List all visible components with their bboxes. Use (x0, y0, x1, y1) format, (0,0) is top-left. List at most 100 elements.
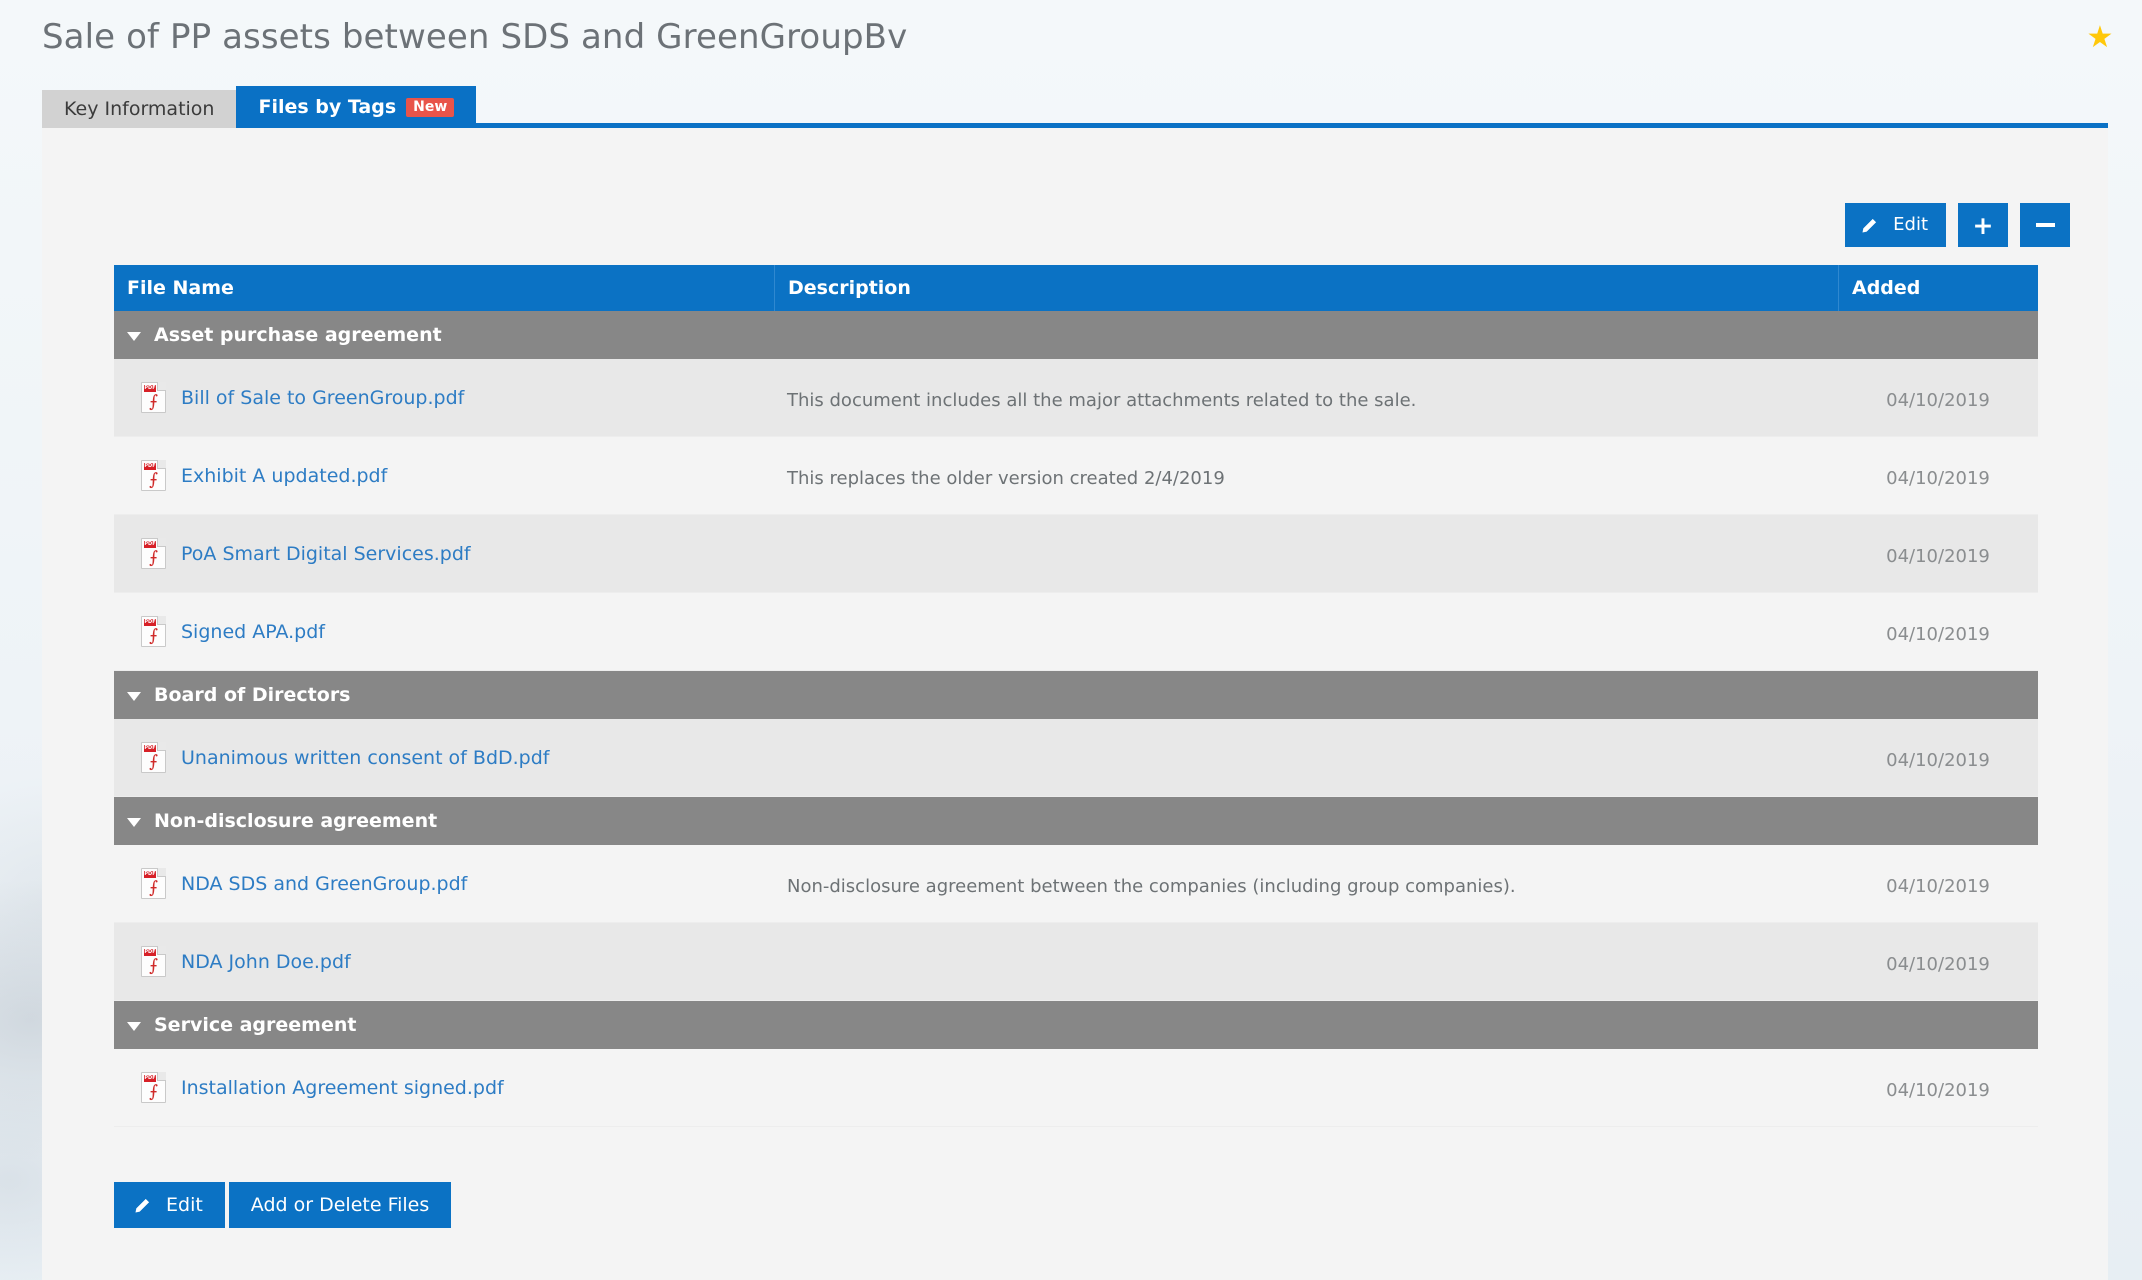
pdf-a-glyph: ⨍ (142, 472, 165, 489)
tab-label: Key Information (64, 98, 214, 120)
collapse-triangle-icon[interactable] (127, 1022, 141, 1031)
add-row-button[interactable]: + (1958, 203, 2008, 247)
table-row[interactable]: PDF ⨍ Signed APA.pdf 04/10/2019 (114, 593, 2038, 671)
pdf-file-icon: PDF ⨍ (141, 538, 166, 569)
tab-new-badge: New (406, 98, 454, 117)
cell-description: This document includes all the major att… (774, 359, 1838, 436)
top-toolbar: Edit + (1845, 203, 2070, 247)
pdf-a-glyph: ⨍ (142, 1084, 165, 1101)
pdf-tag-label: PDF (144, 745, 156, 752)
bottom-toolbar: Edit Add or Delete Files (114, 1182, 451, 1228)
cell-added-date: 04/10/2019 (1838, 437, 2038, 514)
pdf-file-icon: PDF ⨍ (141, 1072, 166, 1103)
pdf-a-glyph: ⨍ (142, 754, 165, 771)
pdf-file-icon: PDF ⨍ (141, 460, 166, 491)
pdf-file-icon: PDF ⨍ (141, 946, 166, 977)
edit-button-bottom[interactable]: Edit (114, 1182, 225, 1228)
file-name-link[interactable]: Bill of Sale to GreenGroup.pdf (181, 387, 464, 409)
collapse-triangle-icon[interactable] (127, 692, 141, 701)
pdf-a-glyph: ⨍ (142, 628, 165, 645)
table-body: Asset purchase agreement PDF ⨍ Bill of Sale… (114, 311, 2038, 1127)
group-header-label: Service agreement (154, 1014, 356, 1036)
column-header-added[interactable]: Added (1838, 265, 2038, 311)
group-header[interactable]: Board of Directors (114, 671, 2038, 719)
table-row[interactable]: PDF ⨍ NDA SDS and GreenGroup.pdf Non-disclo… (114, 845, 2038, 923)
plus-icon: + (1973, 213, 1994, 238)
tab-key-information[interactable]: Key Information (42, 90, 236, 128)
collapse-triangle-icon[interactable] (127, 332, 141, 341)
pdf-a-glyph: ⨍ (142, 958, 165, 975)
remove-row-button[interactable] (2020, 203, 2070, 247)
pdf-file-icon: PDF ⨍ (141, 382, 166, 413)
edit-button-label: Edit (166, 1196, 203, 1215)
cell-file-name: PDF ⨍ PoA Smart Digital Services.pdf (114, 515, 774, 592)
cell-file-name: PDF ⨍ Signed APA.pdf (114, 593, 774, 670)
cell-description (774, 593, 1838, 670)
pencil-icon (1863, 216, 1882, 235)
app-root: Sale of PP assets between SDS and GreenG… (0, 0, 2142, 1280)
files-table: File Name Description Added Asset purcha… (114, 265, 2038, 1127)
pdf-tag-label: PDF (144, 871, 156, 878)
cell-added-date: 04/10/2019 (1838, 359, 2038, 436)
table-row[interactable]: PDF ⨍ Unanimous written consent of BdD.pdf… (114, 719, 2038, 797)
file-name-link[interactable]: Installation Agreement signed.pdf (181, 1077, 504, 1099)
cell-description (774, 923, 1838, 1000)
pdf-file-icon: PDF ⨍ (141, 868, 166, 899)
column-header-description[interactable]: Description (774, 265, 1838, 311)
cell-file-name: PDF ⨍ Exhibit A updated.pdf (114, 437, 774, 514)
pdf-tag-label: PDF (144, 619, 156, 626)
pdf-a-glyph: ⨍ (142, 394, 165, 411)
cell-file-name: PDF ⨍ Bill of Sale to GreenGroup.pdf (114, 359, 774, 436)
table-row[interactable]: PDF⨍Installation Agreement signed.pdf04/… (114, 1049, 2038, 1127)
file-name-link[interactable]: Signed APA.pdf (181, 621, 325, 643)
pdf-tag-label: PDF (144, 1075, 156, 1082)
add-or-delete-files-label: Add or Delete Files (251, 1196, 429, 1215)
pdf-tag-label: PDF (144, 385, 156, 392)
table-row[interactable]: PDF ⨍ NDA John Doe.pdf 04/10/2019 (114, 923, 2038, 1001)
group-header-label: Board of Directors (154, 684, 351, 706)
collapse-triangle-icon[interactable] (127, 818, 141, 827)
file-name-link[interactable]: Unanimous written consent of BdD.pdf (181, 747, 550, 769)
file-name-link[interactable]: NDA SDS and GreenGroup.pdf (181, 873, 467, 895)
column-header-file-name[interactable]: File Name (114, 265, 774, 311)
file-name-link[interactable]: NDA John Doe.pdf (181, 951, 351, 973)
table-header-row: File Name Description Added (114, 265, 2038, 311)
pdf-tag-label: PDF (144, 949, 156, 956)
cell-file-name: PDF ⨍ Installation Agreement signed.pdf (114, 1049, 774, 1126)
tab-files-by-tags[interactable]: Files by Tags New (236, 86, 476, 128)
table-row[interactable]: PDF ⨍ Bill of Sale to GreenGroup.pdf This d… (114, 359, 2038, 437)
pdf-file-icon: PDF ⨍ (141, 742, 166, 773)
star-icon[interactable]: ★ (2085, 23, 2115, 53)
pdf-tag-label: PDF (144, 541, 156, 548)
cell-added-date: 04/10/2019 (1838, 845, 2038, 922)
pdf-a-glyph: ⨍ (142, 550, 165, 567)
cell-description (774, 1049, 1838, 1126)
cell-description: This replaces the older version created … (774, 437, 1838, 514)
minus-icon (2036, 223, 2055, 227)
group-header-label: Non-disclosure agreement (154, 810, 437, 832)
cell-added-date: 04/10/2019 (1838, 923, 2038, 1000)
group-header[interactable]: Asset purchase agreement (114, 311, 2038, 359)
add-or-delete-files-button[interactable]: Add or Delete Files (229, 1182, 451, 1228)
page-title: Sale of PP assets between SDS and GreenG… (42, 17, 907, 57)
pencil-icon (136, 1196, 155, 1215)
edit-button-top[interactable]: Edit (1845, 203, 1946, 247)
cell-added-date: 04/10/2019 (1838, 515, 2038, 592)
file-name-link[interactable]: Exhibit A updated.pdf (181, 465, 387, 487)
cell-file-name: PDF ⨍ Unanimous written consent of BdD.pdf (114, 719, 774, 796)
group-header[interactable]: Service agreement (114, 1001, 2038, 1049)
cell-added-date: 04/10/2019 (1838, 593, 2038, 670)
group-header-label: Asset purchase agreement (154, 324, 442, 346)
pdf-file-icon: PDF ⨍ (141, 616, 166, 647)
cell-file-name: PDF ⨍ NDA John Doe.pdf (114, 923, 774, 1000)
table-row[interactable]: PDF ⨍ PoA Smart Digital Services.pdf 04/10/… (114, 515, 2038, 593)
cell-description (774, 719, 1838, 796)
table-row[interactable]: PDF ⨍ Exhibit A updated.pdf This replaces t… (114, 437, 2038, 515)
cell-file-name: PDF ⨍ NDA SDS and GreenGroup.pdf (114, 845, 774, 922)
file-name-link[interactable]: PoA Smart Digital Services.pdf (181, 543, 471, 565)
edit-button-label: Edit (1893, 216, 1928, 234)
group-header[interactable]: Non-disclosure agreement (114, 797, 2038, 845)
pdf-a-glyph: ⨍ (142, 880, 165, 897)
cell-description: Non-disclosure agreement between the com… (774, 845, 1838, 922)
pdf-tag-label: PDF (144, 463, 156, 470)
